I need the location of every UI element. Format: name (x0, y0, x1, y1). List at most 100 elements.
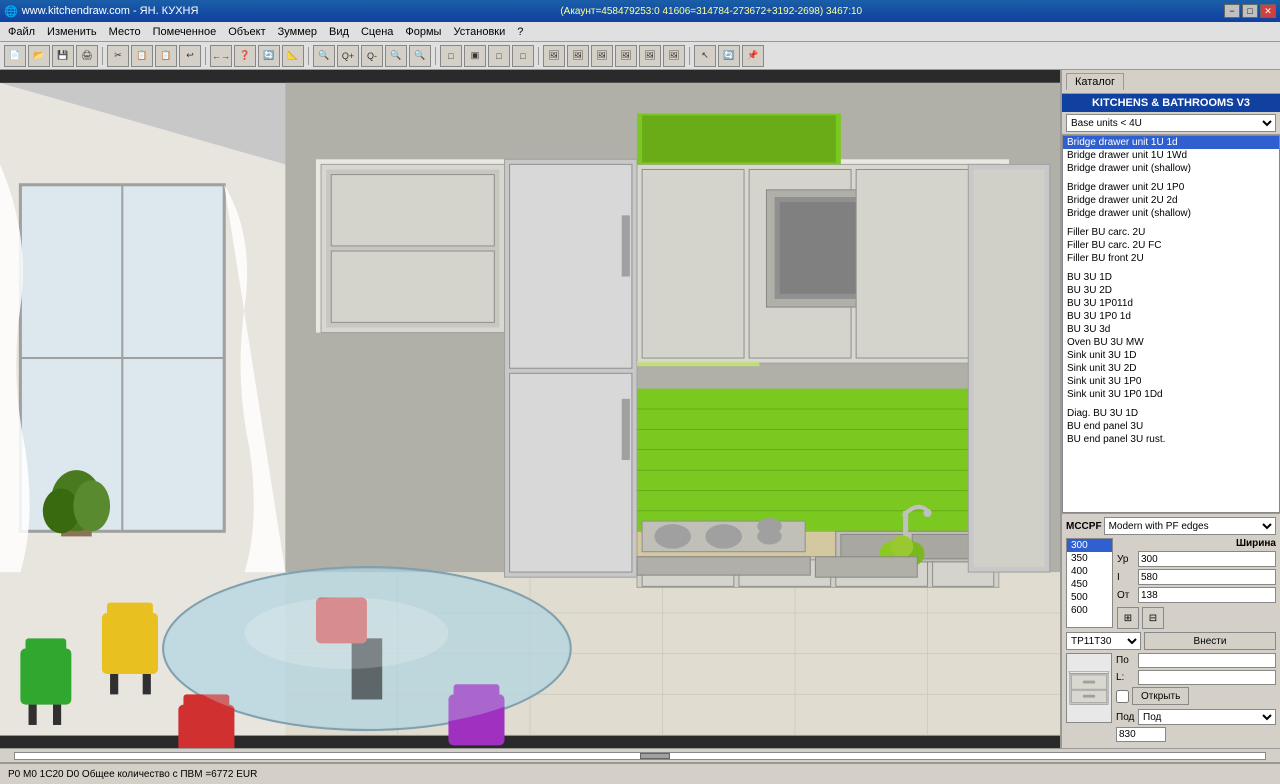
toolbar-btn-17[interactable]: Q- (361, 45, 383, 67)
pod-value-input[interactable] (1116, 727, 1166, 742)
list-item-1[interactable]: Bridge drawer unit 1U 1Wd (1063, 149, 1279, 162)
toolbar-separator (205, 47, 206, 65)
i-label: I (1117, 572, 1135, 583)
scroll-track[interactable] (14, 752, 1266, 760)
toolbar-btn-11[interactable]: ❓ (234, 45, 256, 67)
toolbar-btn-30[interactable]: 🖼 (639, 45, 661, 67)
preview-fields: По L: Открыть Под ПодНадРядом (1116, 653, 1276, 742)
list-item-0[interactable]: Bridge drawer unit 1U 1d (1063, 136, 1279, 149)
list-item-10[interactable]: Filler BU front 2U (1063, 252, 1279, 265)
width-list[interactable]: 300350400450500600 (1066, 538, 1113, 628)
list-item-6[interactable]: Bridge drawer unit (shallow) (1063, 207, 1279, 220)
pod-select[interactable]: ПодНадРядом (1138, 709, 1276, 725)
list-item-14[interactable]: BU 3U 1P011d (1063, 297, 1279, 310)
width-item-400[interactable]: 400 (1067, 565, 1112, 578)
toolbar-btn-24[interactable]: □ (512, 45, 534, 67)
toolbar-btn-3[interactable]: 🖨 (76, 45, 98, 67)
toolbar-btn-2[interactable]: 💾 (52, 45, 74, 67)
list-item-20[interactable]: Sink unit 3U 1P0 (1063, 375, 1279, 388)
i-input[interactable] (1138, 569, 1276, 585)
toolbar-btn-0[interactable]: 📄 (4, 45, 26, 67)
list-item-5[interactable]: Bridge drawer unit 2U 2d (1063, 194, 1279, 207)
toolbar-btn-19[interactable]: 🔍 (409, 45, 431, 67)
maximize-button[interactable]: □ (1242, 4, 1258, 18)
3d-view[interactable] (0, 70, 1060, 748)
list-item-16[interactable]: BU 3U 3d (1063, 323, 1279, 336)
horizontal-scrollbar[interactable] (0, 748, 1280, 762)
toolbar-btn-10[interactable]: ←→ (210, 45, 232, 67)
title-bar: 🌐 www.kitchendraw.com - ЯН. КУХНЯ (Акаун… (0, 0, 1280, 22)
open-checkbox[interactable] (1116, 690, 1129, 703)
list-item-24[interactable]: BU end panel 3U (1063, 420, 1279, 433)
minimize-button[interactable]: − (1224, 4, 1240, 18)
menu-item-файл[interactable]: Файл (2, 24, 41, 40)
toolbar-btn-33[interactable]: ↖ (694, 45, 716, 67)
toolbar-separator (102, 47, 103, 65)
scroll-thumb[interactable] (640, 753, 670, 759)
width-item-500[interactable]: 500 (1067, 591, 1112, 604)
list-item-2[interactable]: Bridge drawer unit (shallow) (1063, 162, 1279, 175)
toolbar-btn-27[interactable]: 🖼 (567, 45, 589, 67)
width-item-450[interactable]: 450 (1067, 578, 1112, 591)
list-item-9[interactable]: Filler BU carc. 2U FC (1063, 239, 1279, 252)
dims-btn-2[interactable]: ⊟ (1142, 607, 1164, 629)
toolbar-btn-16[interactable]: Q+ (337, 45, 359, 67)
list-item-25[interactable]: BU end panel 3U rust. (1063, 433, 1279, 446)
filter-select[interactable]: Base units < 4UBase unitsWall unitsTall … (1066, 114, 1276, 132)
menu-item-изменить[interactable]: Изменить (41, 24, 103, 40)
list-item-23[interactable]: Diag. BU 3U 1D (1063, 407, 1279, 420)
ot-input[interactable] (1138, 587, 1276, 603)
toolbar-btn-8[interactable]: ↩ (179, 45, 201, 67)
toolbar-btn-1[interactable]: 📂 (28, 45, 50, 67)
toolbar-btn-28[interactable]: 🖼 (591, 45, 613, 67)
catalog-tab[interactable]: Каталог (1066, 73, 1124, 90)
toolbar-btn-35[interactable]: 📌 (742, 45, 764, 67)
toolbar-separator (435, 47, 436, 65)
toolbar-btn-5[interactable]: ✂ (107, 45, 129, 67)
width-item-350[interactable]: 350 (1067, 552, 1112, 565)
list-item-13[interactable]: BU 3U 2D (1063, 284, 1279, 297)
toolbar-btn-21[interactable]: □ (440, 45, 462, 67)
l-input[interactable] (1138, 670, 1276, 685)
toolbar-btn-26[interactable]: 🖼 (543, 45, 565, 67)
toolbar-btn-18[interactable]: 🔍 (385, 45, 407, 67)
list-item-8[interactable]: Filler BU carc. 2U (1063, 226, 1279, 239)
menu-item-сцена[interactable]: Сцена (355, 24, 399, 40)
menu-item-формы[interactable]: Формы (399, 24, 447, 40)
list-item-4[interactable]: Bridge drawer unit 2U 1P0 (1063, 181, 1279, 194)
toolbar-btn-6[interactable]: 📋 (131, 45, 153, 67)
list-item-17[interactable]: Oven BU 3U MW (1063, 336, 1279, 349)
width-item-300[interactable]: 300 (1067, 539, 1112, 552)
list-item-21[interactable]: Sink unit 3U 1P0 1Dd (1063, 388, 1279, 401)
insert-code-select[interactable]: TP11T30 (1066, 632, 1141, 650)
open-button[interactable]: Открыть (1132, 687, 1189, 705)
menu-item-?[interactable]: ? (511, 24, 529, 40)
menu-item-помеченное[interactable]: Помеченное (147, 24, 223, 40)
list-item-15[interactable]: BU 3U 1P0 1d (1063, 310, 1279, 323)
toolbar-btn-7[interactable]: 📋 (155, 45, 177, 67)
list-item-18[interactable]: Sink unit 3U 1D (1063, 349, 1279, 362)
yr-input[interactable] (1138, 551, 1276, 567)
dims-btn-1[interactable]: ⊞ (1117, 607, 1139, 629)
toolbar-btn-13[interactable]: 📐 (282, 45, 304, 67)
menu-item-установки[interactable]: Установки (447, 24, 511, 40)
close-button[interactable]: ✕ (1260, 4, 1276, 18)
list-item-12[interactable]: BU 3U 1D (1063, 271, 1279, 284)
toolbar-btn-29[interactable]: 🖼 (615, 45, 637, 67)
menu-item-место[interactable]: Место (103, 24, 147, 40)
insert-button[interactable]: Внести (1144, 632, 1276, 650)
toolbar-btn-31[interactable]: 🖼 (663, 45, 685, 67)
toolbar-btn-15[interactable]: 🔍 (313, 45, 335, 67)
p-input[interactable] (1138, 653, 1276, 668)
catalog-items-list[interactable]: Bridge drawer unit 1U 1dBridge drawer un… (1062, 135, 1280, 513)
toolbar-btn-22[interactable]: ▣ (464, 45, 486, 67)
style-select[interactable]: Modern with PF edgesClassicContemporary (1104, 517, 1276, 535)
toolbar-btn-34[interactable]: 🔄 (718, 45, 740, 67)
menu-item-вид[interactable]: Вид (323, 24, 355, 40)
width-item-600[interactable]: 600 (1067, 604, 1112, 617)
menu-item-зуммер[interactable]: Зуммер (272, 24, 323, 40)
toolbar-btn-23[interactable]: □ (488, 45, 510, 67)
menu-item-объект[interactable]: Объект (222, 24, 271, 40)
list-item-19[interactable]: Sink unit 3U 2D (1063, 362, 1279, 375)
toolbar-btn-12[interactable]: 🔄 (258, 45, 280, 67)
